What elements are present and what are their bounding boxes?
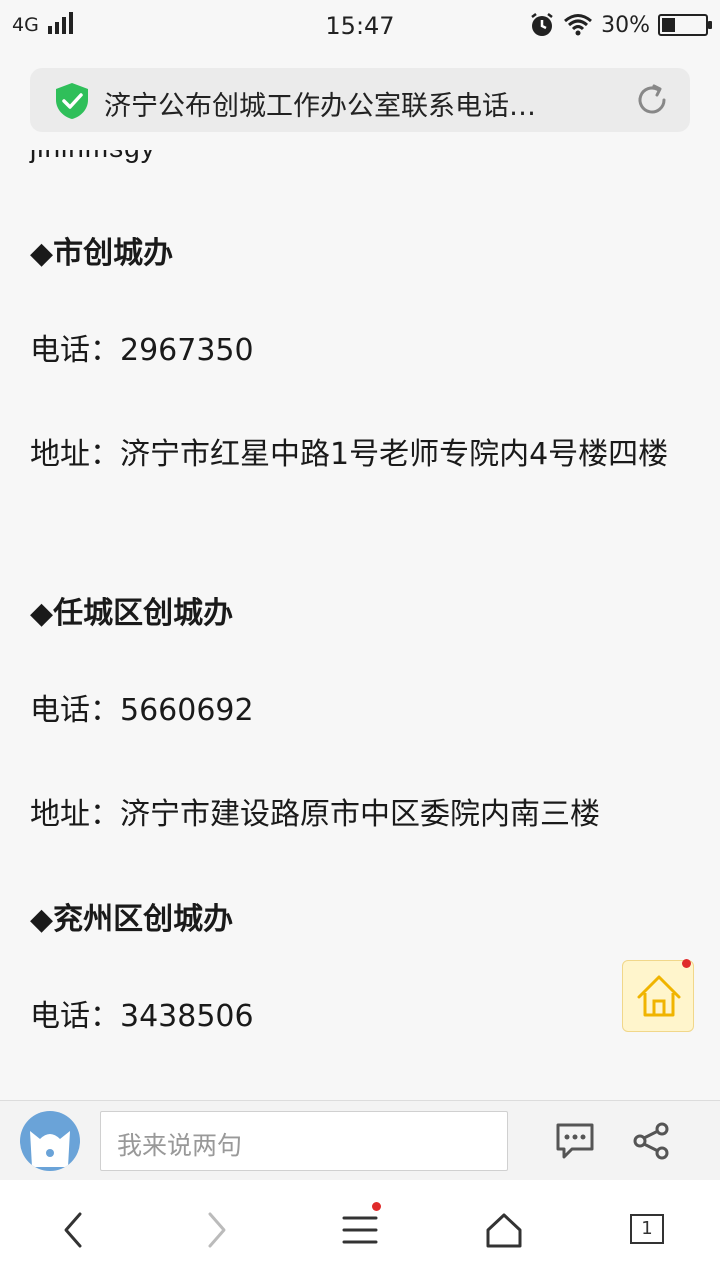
- comment-icon[interactable]: [554, 1121, 596, 1161]
- wifi-icon: [564, 14, 593, 36]
- avatar[interactable]: [20, 1111, 80, 1171]
- comment-bar: 我来说两句: [0, 1100, 720, 1180]
- address-line: 地址：济宁市建设路原市中区委院内南三楼: [30, 797, 600, 832]
- section-heading: ◆兖州区创城办: [30, 902, 234, 937]
- comment-input[interactable]: 我来说两句: [100, 1111, 508, 1171]
- phone-line: 电话：3438506: [30, 999, 254, 1034]
- tab-count: 1: [630, 1214, 664, 1244]
- home-float-button[interactable]: [622, 959, 694, 1032]
- tabs-button[interactable]: 1: [626, 1208, 670, 1252]
- clipped-text: jininmsgy: [30, 150, 156, 164]
- page-title[interactable]: 济宁公布创城工作办公室联系电话…: [104, 84, 594, 123]
- battery-percent: 30%: [601, 12, 650, 38]
- section-heading: ◆市创城办: [30, 236, 174, 271]
- user-avatar-icon: [30, 1131, 70, 1167]
- home-icon[interactable]: [482, 1208, 526, 1252]
- bottom-navigation: 1: [0, 1180, 720, 1280]
- battery-fill: [662, 18, 675, 32]
- article-content: jininmsgy ◆市创城办 电话：2967350 地址：济宁市红星中路1号老…: [0, 150, 720, 1100]
- notification-dot: [372, 1202, 381, 1211]
- section-heading: ◆任城区创城办: [30, 596, 234, 631]
- battery-icon: [658, 14, 712, 36]
- address-line: 地址：济宁市红星中路1号老师专院内4号楼四楼: [30, 437, 669, 472]
- forward-icon[interactable]: [194, 1208, 238, 1252]
- notification-dot: [682, 959, 691, 968]
- address-bar[interactable]: 济宁公布创城工作办公室联系电话…: [30, 68, 690, 132]
- share-icon[interactable]: [632, 1121, 672, 1161]
- phone-line: 电话：2967350: [30, 333, 254, 368]
- reload-icon[interactable]: [634, 82, 670, 118]
- phone-line: 电话：5660692: [30, 693, 254, 728]
- menu-icon: [342, 1216, 378, 1244]
- menu-button[interactable]: [338, 1202, 382, 1252]
- back-icon[interactable]: [52, 1208, 96, 1252]
- secure-shield-icon: [56, 83, 88, 119]
- status-bar: 4G 15:47 30%: [0, 0, 720, 52]
- alarm-icon: [531, 13, 553, 36]
- home-icon: [637, 975, 681, 1017]
